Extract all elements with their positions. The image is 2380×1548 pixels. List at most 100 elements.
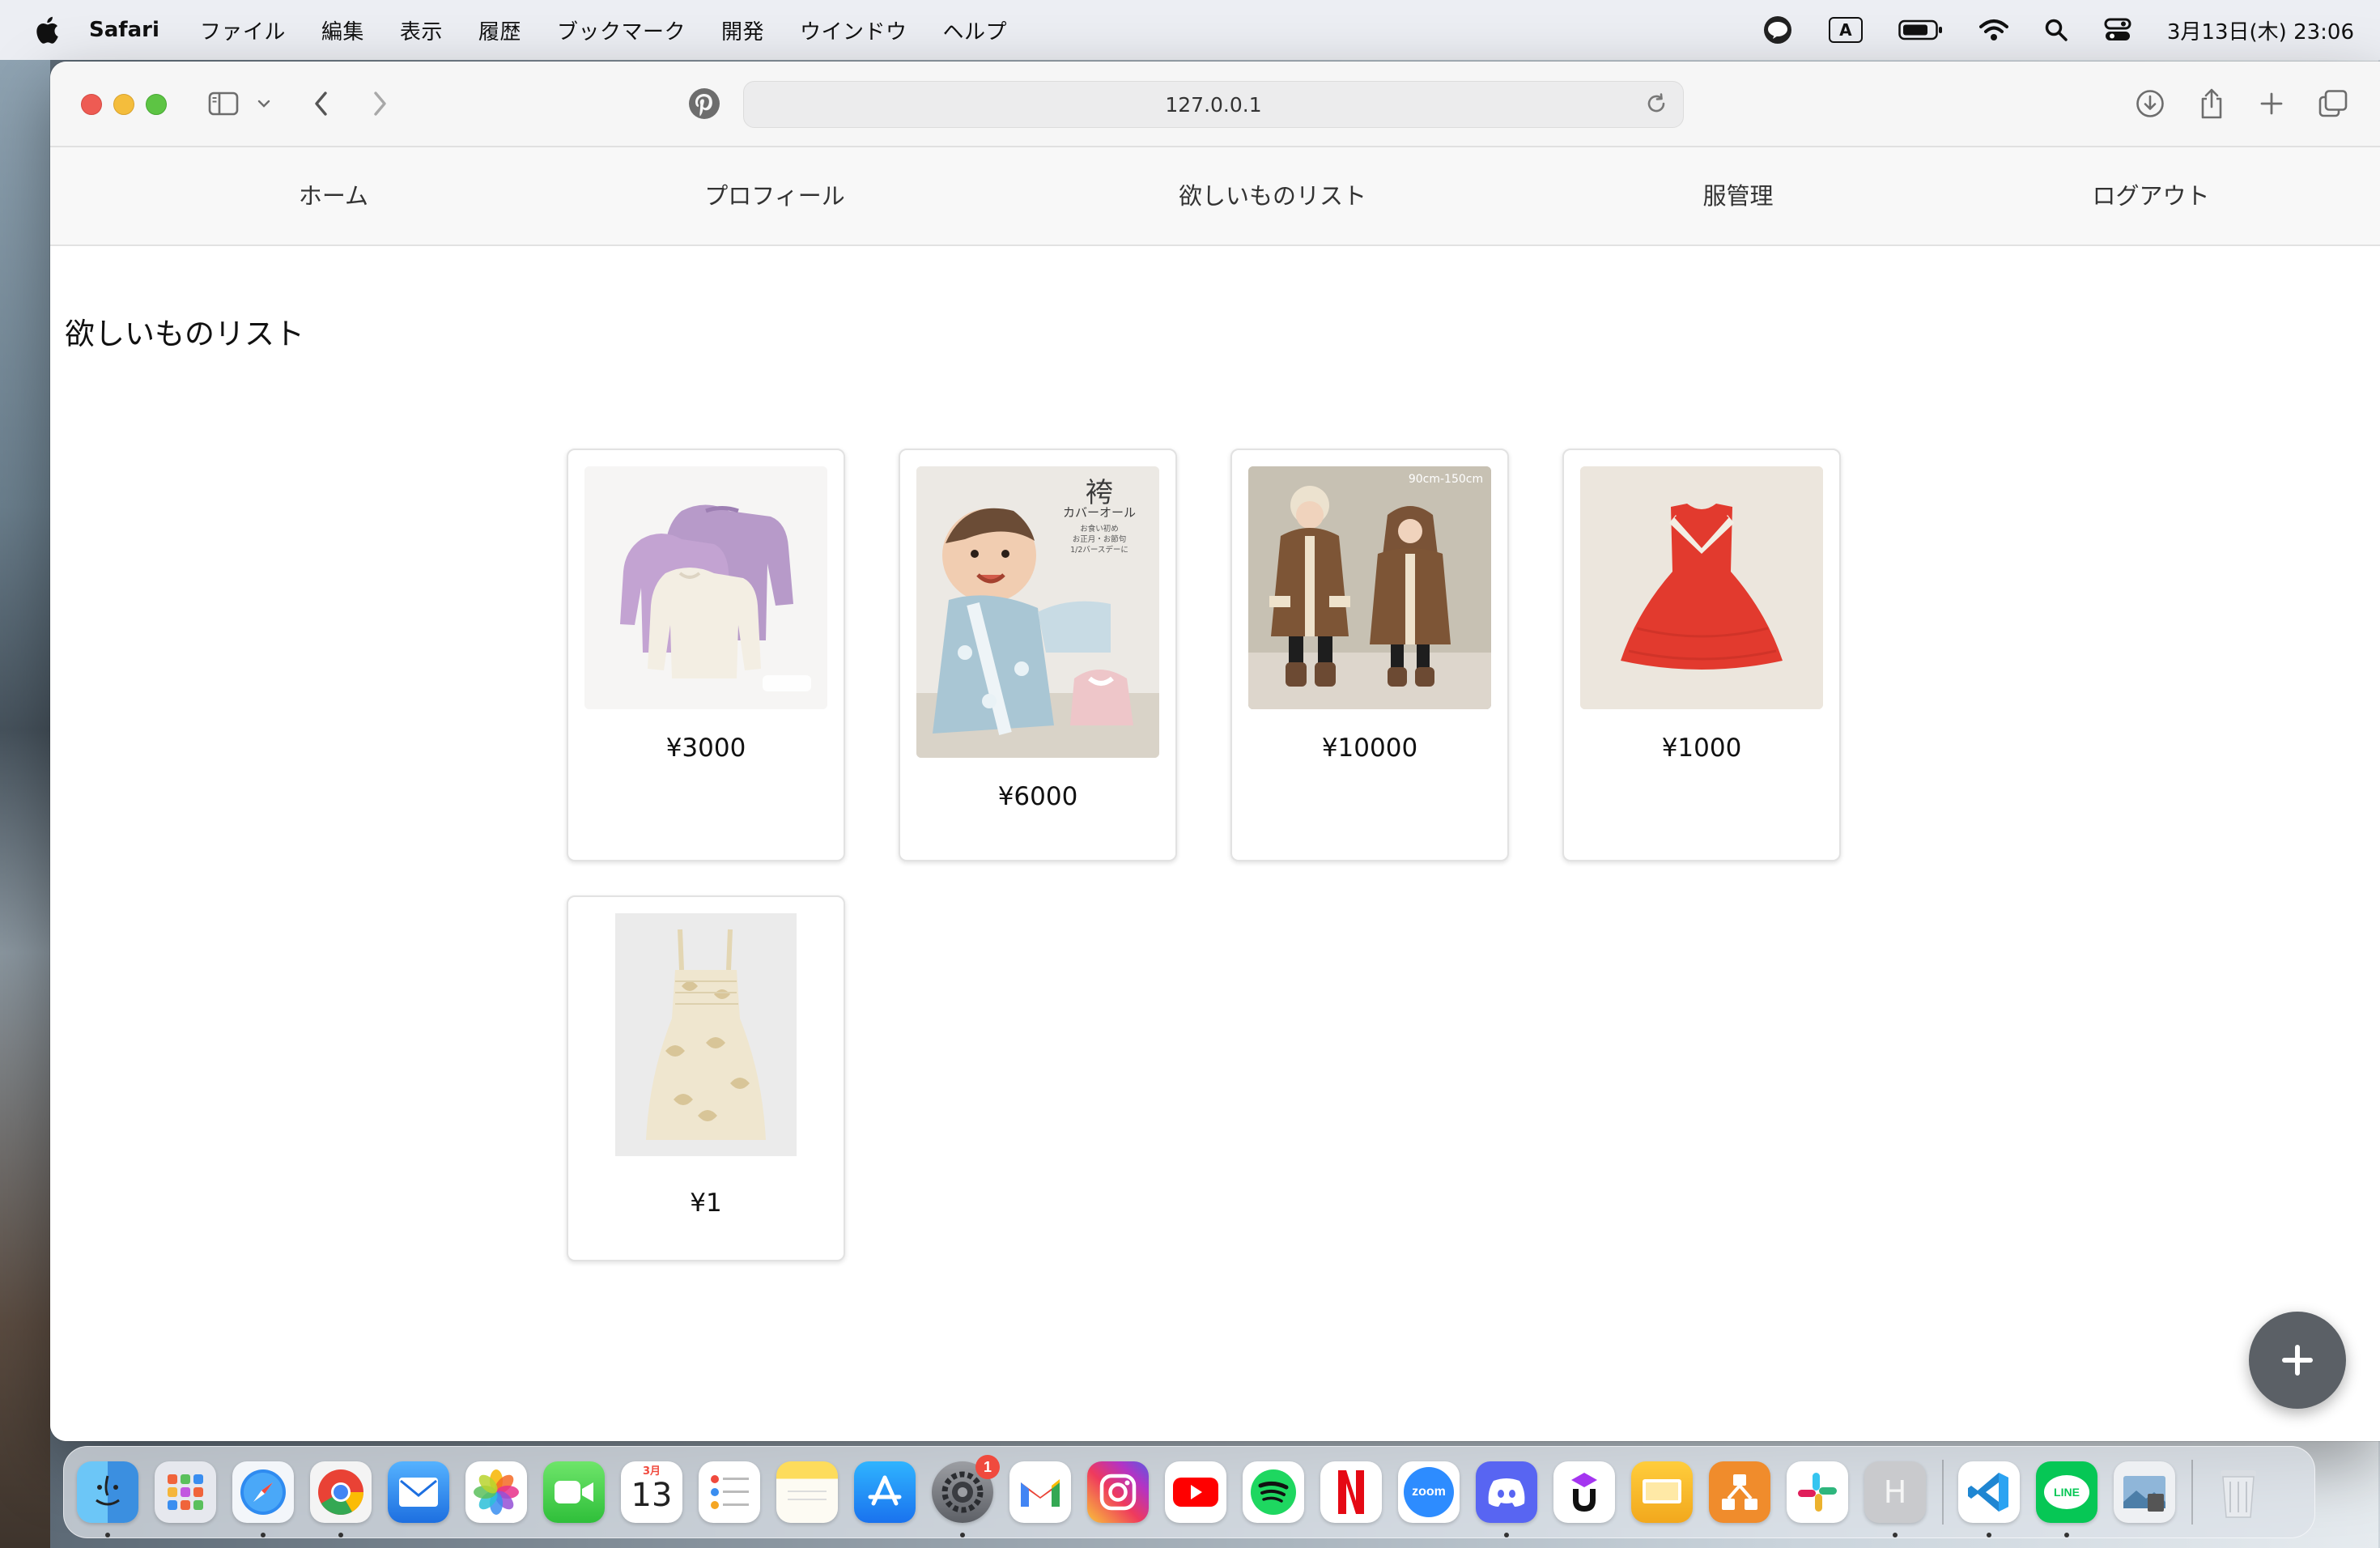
calendar-icon[interactable]: 3月 13 (621, 1461, 682, 1523)
battery-icon[interactable] (1898, 19, 1944, 40)
item-price: ¥10000 (1321, 734, 1418, 763)
item-image-hakama-coverall: 袴 カバーオール お食い初め お正月・お節句 1/2バースデーに (916, 466, 1159, 758)
menu-view[interactable]: 表示 (400, 15, 443, 45)
item-price: ¥3000 (665, 734, 746, 763)
menu-app-name[interactable]: Safari (89, 18, 159, 42)
app-store-icon[interactable] (854, 1461, 916, 1523)
wishlist-card[interactable]: 90cm-150cm ¥10000 (1230, 449, 1509, 861)
keynote-icon[interactable] (1631, 1461, 1693, 1523)
item-price: ¥1000 (1661, 734, 1742, 763)
wishlist-card[interactable]: ¥3000 (567, 449, 845, 861)
menu-develop[interactable]: 開発 (721, 15, 764, 45)
chrome-icon[interactable] (310, 1461, 372, 1537)
menu-edit[interactable]: 編集 (321, 15, 364, 45)
tab-group-chevron-down-icon[interactable] (254, 86, 274, 121)
reminders-icon[interactable] (699, 1461, 760, 1523)
haiku-letter: H (1883, 1474, 1907, 1510)
window-fullscreen-button[interactable] (146, 94, 167, 115)
item-image-red-dress (1580, 466, 1823, 709)
coats-image-caption: 90cm-150cm (1409, 473, 1483, 486)
plus-icon (2282, 1345, 2313, 1376)
forward-chevron-icon[interactable] (366, 86, 393, 121)
menu-help[interactable]: ヘルプ (942, 15, 1007, 45)
trash-icon[interactable] (2208, 1461, 2269, 1523)
launchpad-icon[interactable] (155, 1461, 216, 1523)
line-app-icon[interactable]: LINE (2036, 1461, 2097, 1537)
web-page: ホーム プロフィール 欲しいものリスト 服管理 ログアウト 欲しいものリスト ¥… (50, 147, 2380, 1441)
vscode-icon[interactable] (1958, 1461, 2020, 1537)
window-minimize-button[interactable] (113, 94, 134, 115)
instagram-icon[interactable] (1087, 1461, 1149, 1523)
dock-separator (2191, 1460, 2193, 1525)
menu-bookmarks[interactable]: ブックマーク (557, 15, 686, 45)
youtube-icon[interactable] (1165, 1461, 1226, 1523)
haiku-icon[interactable]: H (1864, 1461, 1926, 1537)
menu-bar: Safari ファイル 編集 表示 履歴 ブックマーク 開発 ウインドウ ヘルプ… (0, 0, 2380, 60)
reload-icon[interactable] (1644, 91, 1668, 116)
hakama-image-title: 袴 (1086, 477, 1113, 509)
dock: 3月 13 1 zoom H LINE (63, 1446, 2315, 1538)
nav-link-clothes[interactable]: 服管理 (1637, 147, 1839, 245)
item-price: ¥6000 (997, 782, 1078, 811)
safari-window: 127.0.0.1 ホーム プロフィール 欲しいものリスト 服管理 ログアウト … (50, 62, 2380, 1441)
menu-window[interactable]: ウインドウ (800, 15, 907, 45)
menu-file[interactable]: ファイル (200, 15, 286, 45)
running-indicator (1893, 1533, 1898, 1537)
control-center-icon[interactable] (2104, 18, 2131, 42)
hakama-image-caption-3: 1/2バースデーに (1070, 545, 1128, 555)
line-status-icon[interactable] (1762, 15, 1793, 45)
wishlist-card[interactable]: ¥1 (567, 895, 845, 1261)
drawio-icon[interactable] (1709, 1461, 1770, 1523)
hakama-image-subtitle: カバーオール (1063, 505, 1136, 520)
menu-bar-clock[interactable]: 3月13日(木) 23:06 (2167, 15, 2354, 45)
address-bar[interactable]: 127.0.0.1 (743, 81, 1684, 128)
wishlist-card[interactable]: 袴 カバーオール お食い初め お正月・お節句 1/2バースデーに ¥6000 (899, 449, 1177, 861)
add-item-fab-button[interactable] (2249, 1312, 2346, 1409)
netflix-icon[interactable] (1320, 1461, 1382, 1523)
downloads-icon[interactable] (2134, 86, 2166, 121)
gmail-icon[interactable] (1009, 1461, 1071, 1523)
running-indicator (960, 1533, 965, 1537)
running-indicator (105, 1533, 110, 1537)
mail-icon[interactable] (388, 1461, 449, 1523)
nav-link-profile[interactable]: プロフィール (641, 147, 908, 245)
spotify-icon[interactable] (1243, 1461, 1304, 1523)
dock-separator (1942, 1460, 1944, 1525)
item-image-kids-coats: 90cm-150cm (1248, 466, 1491, 709)
item-price: ¥1 (690, 1189, 722, 1218)
udemy-icon[interactable] (1553, 1461, 1615, 1523)
wishlist-card[interactable]: ¥1000 (1562, 449, 1841, 861)
slack-icon[interactable] (1787, 1461, 1848, 1523)
nav-link-logout[interactable]: ログアウト (2034, 147, 2268, 245)
zoom-icon[interactable]: zoom (1398, 1461, 1460, 1523)
notes-icon[interactable] (776, 1461, 838, 1523)
window-close-button[interactable] (81, 94, 102, 115)
photos-icon[interactable] (465, 1461, 527, 1523)
pinterest-extension-icon[interactable] (686, 86, 722, 121)
preview-icon[interactable] (2114, 1461, 2175, 1523)
input-mode-label: A (1839, 20, 1852, 40)
tab-overview-icon[interactable] (2315, 86, 2351, 121)
system-settings-icon[interactable]: 1 (932, 1455, 1000, 1537)
back-chevron-icon[interactable] (308, 86, 335, 121)
spotlight-search-icon[interactable] (2044, 18, 2068, 42)
zoom-label: zoom (1412, 1485, 1446, 1499)
safari-icon[interactable] (232, 1461, 294, 1537)
share-icon[interactable] (2195, 86, 2228, 121)
facetime-icon[interactable] (543, 1461, 605, 1523)
nav-link-home[interactable]: ホーム (236, 147, 431, 245)
menu-history[interactable]: 履歴 (478, 15, 521, 45)
apple-icon[interactable] (32, 15, 60, 45)
sidebar-toggle-icon[interactable] (206, 86, 241, 121)
running-indicator (338, 1533, 343, 1537)
wifi-icon[interactable] (1978, 19, 2008, 41)
new-tab-plus-icon[interactable] (2255, 86, 2288, 121)
discord-icon[interactable] (1476, 1461, 1537, 1537)
running-indicator (1987, 1533, 1991, 1537)
input-mode-indicator[interactable]: A (1828, 17, 1863, 43)
calendar-month-label: 3月 (642, 1465, 661, 1478)
nav-link-wishlist[interactable]: 欲しいものリスト (1103, 147, 1443, 245)
notification-badge: 1 (975, 1455, 1000, 1479)
item-image-sundress (584, 913, 827, 1156)
finder-icon[interactable] (77, 1461, 138, 1537)
